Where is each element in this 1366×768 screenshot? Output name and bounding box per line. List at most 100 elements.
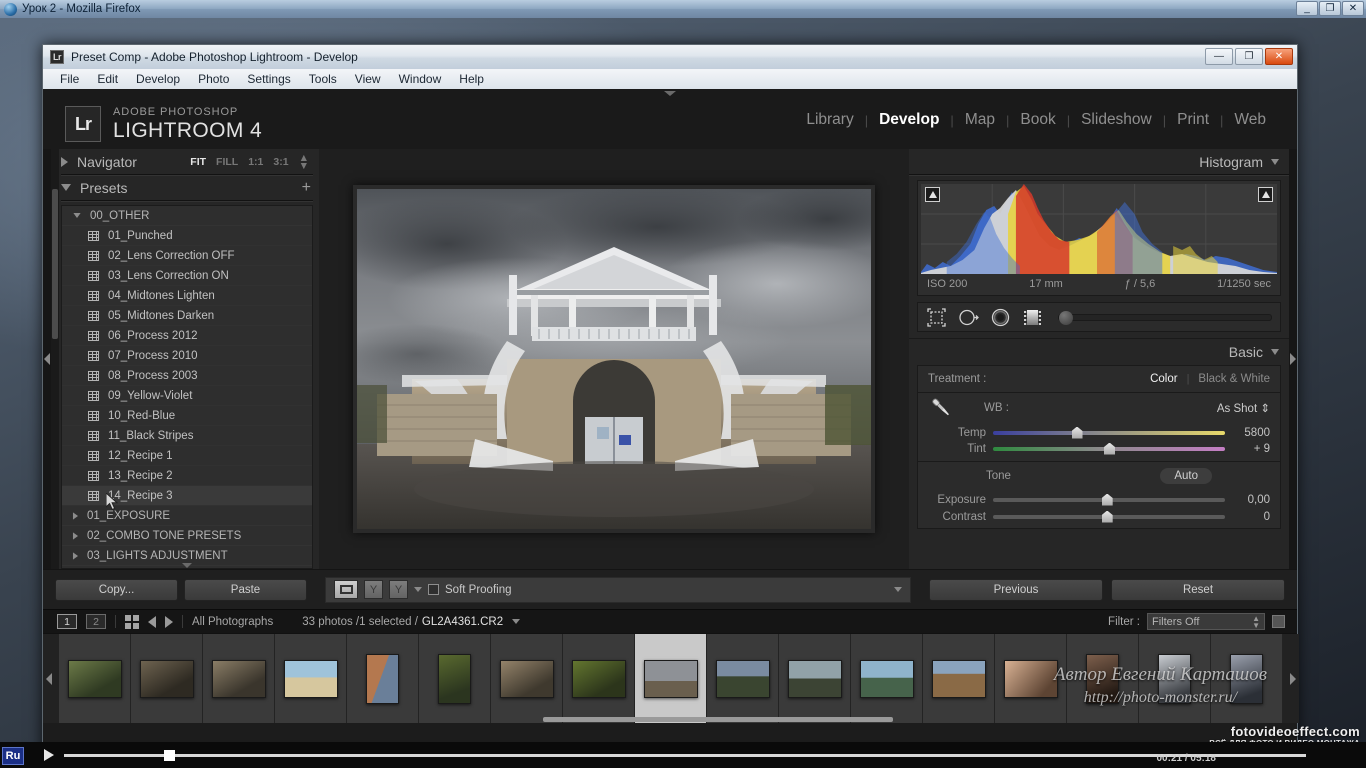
filmstrip-thumb-0[interactable] xyxy=(59,634,131,723)
preset-item-09[interactable]: 09_Yellow-Violet xyxy=(62,386,312,406)
filmstrip-thumb-6[interactable] xyxy=(491,634,563,723)
add-preset-icon[interactable]: + xyxy=(302,179,313,195)
slider-tint[interactable]: Tint + 9 xyxy=(918,442,1280,461)
module-book[interactable]: Book xyxy=(1009,109,1066,131)
slider-temp-knob[interactable] xyxy=(1071,426,1083,439)
right-panel-toggle[interactable] xyxy=(1289,149,1297,569)
histogram-graph[interactable] xyxy=(921,184,1277,274)
left-panel-scroll-down-arrow-icon[interactable] xyxy=(182,563,192,568)
menu-view[interactable]: View xyxy=(346,70,390,88)
preset-item-11[interactable]: 11_Black Stripes xyxy=(62,426,312,446)
language-indicator[interactable]: Ru xyxy=(2,747,24,765)
left-panel-scrollbar[interactable] xyxy=(51,149,59,569)
scrollbar-thumb[interactable] xyxy=(52,189,58,339)
group-collapse-arrow-icon[interactable] xyxy=(73,212,81,219)
previous-button[interactable]: Previous xyxy=(929,578,1103,601)
filmstrip-thumb-14[interactable] xyxy=(1067,634,1139,723)
wb-value[interactable]: As Shot ⇕ xyxy=(1217,401,1270,415)
slider-exposure-track[interactable] xyxy=(993,493,1225,506)
top-panel-collapse-arrow-icon[interactable] xyxy=(664,91,676,96)
current-filename[interactable]: GL2A4361.CR2 xyxy=(422,616,503,628)
image-canvas[interactable] xyxy=(319,149,909,569)
filmstrip-thumb-1[interactable] xyxy=(131,634,203,723)
module-map[interactable]: Map xyxy=(954,109,1006,131)
filmstrip-thumb-11[interactable] xyxy=(851,634,923,723)
module-develop[interactable]: Develop xyxy=(868,109,950,131)
graduated-filter-icon[interactable] xyxy=(1022,307,1043,328)
reset-button[interactable]: Reset xyxy=(1111,578,1285,601)
slider-exposure-knob[interactable] xyxy=(1101,493,1113,506)
filmstrip-thumb-2[interactable] xyxy=(203,634,275,723)
play-button-icon[interactable] xyxy=(44,749,54,761)
loupe-view-icon[interactable] xyxy=(334,580,358,599)
treatment-color[interactable]: Color xyxy=(1150,373,1177,385)
filename-dropdown-arrow-icon[interactable] xyxy=(512,619,521,624)
zoom-3-1[interactable]: 3:1 xyxy=(273,156,288,168)
preset-item-01[interactable]: 01_Punched xyxy=(62,226,312,246)
paste-button[interactable]: Paste xyxy=(184,578,307,601)
filmstrip-scrollbar[interactable] xyxy=(543,717,893,722)
menu-develop[interactable]: Develop xyxy=(127,70,189,88)
module-web[interactable]: Web xyxy=(1223,109,1277,131)
filmstrip-thumb-15[interactable] xyxy=(1139,634,1211,723)
toolbar-options-arrow-icon[interactable] xyxy=(894,587,902,592)
preset-item-10[interactable]: 10_Red-Blue xyxy=(62,406,312,426)
filmstrip-thumb-13[interactable] xyxy=(995,634,1067,723)
slider-contrast-track[interactable] xyxy=(993,510,1225,523)
left-panel-toggle[interactable] xyxy=(43,149,51,569)
tool-size-knob[interactable] xyxy=(1059,310,1073,325)
menu-settings[interactable]: Settings xyxy=(238,70,299,88)
top-panel-toggle-strip[interactable] xyxy=(43,89,1297,99)
group-expand-arrow-icon[interactable] xyxy=(72,531,79,540)
menu-photo[interactable]: Photo xyxy=(189,70,238,88)
screen-2-button[interactable]: 2 xyxy=(86,614,106,629)
preset-item-14[interactable]: 14_Recipe 3 xyxy=(62,486,312,511)
navigator-header[interactable]: Navigator FIT FILL 1:1 3:1 ▲ ▼ xyxy=(61,149,313,175)
spot-removal-icon[interactable] xyxy=(958,307,979,328)
filmstrip-thumb-8-selected[interactable] xyxy=(635,634,707,723)
filmstrip-prev-edge[interactable] xyxy=(43,634,59,723)
menu-help[interactable]: Help xyxy=(450,70,493,88)
lightroom-minimize-button[interactable]: — xyxy=(1205,48,1233,65)
preset-item-12[interactable]: 12_Recipe 1 xyxy=(62,446,312,466)
histogram-collapse-arrow-icon[interactable] xyxy=(1271,158,1279,165)
slider-contrast-knob[interactable] xyxy=(1101,510,1113,523)
slider-tint-value[interactable]: + 9 xyxy=(1232,443,1270,455)
lightroom-restore-button[interactable]: ❐ xyxy=(1235,48,1263,65)
zoom-fill[interactable]: FILL xyxy=(216,156,238,168)
filmstrip-thumb-9[interactable] xyxy=(707,634,779,723)
zoom-fit[interactable]: FIT xyxy=(190,156,206,168)
menu-window[interactable]: Window xyxy=(390,70,451,88)
slider-contrast-value[interactable]: 0 xyxy=(1232,511,1270,523)
group-expand-arrow-icon[interactable] xyxy=(72,511,79,520)
filmstrip-thumb-10[interactable] xyxy=(779,634,851,723)
menu-edit[interactable]: Edit xyxy=(88,70,127,88)
forward-arrow-icon[interactable] xyxy=(165,615,173,628)
group-expand-arrow-icon[interactable] xyxy=(72,551,79,560)
shadow-clipping-indicator[interactable] xyxy=(925,187,940,202)
crop-overlay-icon[interactable] xyxy=(926,307,947,328)
soft-proofing-checkbox[interactable] xyxy=(428,584,439,595)
basic-panel-header[interactable]: Basic xyxy=(909,338,1289,365)
back-arrow-icon[interactable] xyxy=(148,615,156,628)
before-after-left-icon[interactable]: Y xyxy=(364,580,383,599)
preset-item-05[interactable]: 05_Midtones Darken xyxy=(62,306,312,326)
screen-1-button[interactable]: 1 xyxy=(57,614,77,629)
filmstrip-thumb-7[interactable] xyxy=(563,634,635,723)
filter-toggle-icon[interactable] xyxy=(1272,615,1285,628)
source-label[interactable]: All Photographs xyxy=(192,616,273,628)
slider-tint-knob[interactable] xyxy=(1104,442,1115,455)
filter-stepper-icon[interactable]: ▲ ▼ xyxy=(1252,614,1260,629)
white-balance-selector-icon[interactable] xyxy=(928,395,954,421)
highlight-clipping-indicator[interactable] xyxy=(1258,187,1273,202)
before-after-options-arrow-icon[interactable] xyxy=(414,587,422,592)
preset-item-03[interactable]: 03_Lens Correction ON xyxy=(62,266,312,286)
before-after-right-icon[interactable]: Y xyxy=(389,580,408,599)
treatment-black-and-white[interactable]: Black & White xyxy=(1198,373,1270,385)
slider-exposure[interactable]: Exposure 0,00 xyxy=(918,490,1280,509)
firefox-restore-button[interactable]: ❐ xyxy=(1319,1,1341,16)
filmstrip-thumb-3[interactable] xyxy=(275,634,347,723)
preset-item-02[interactable]: 02_Lens Correction OFF xyxy=(62,246,312,266)
filmstrip-thumb-16[interactable] xyxy=(1211,634,1283,723)
preset-item-13[interactable]: 13_Recipe 2 xyxy=(62,466,312,486)
